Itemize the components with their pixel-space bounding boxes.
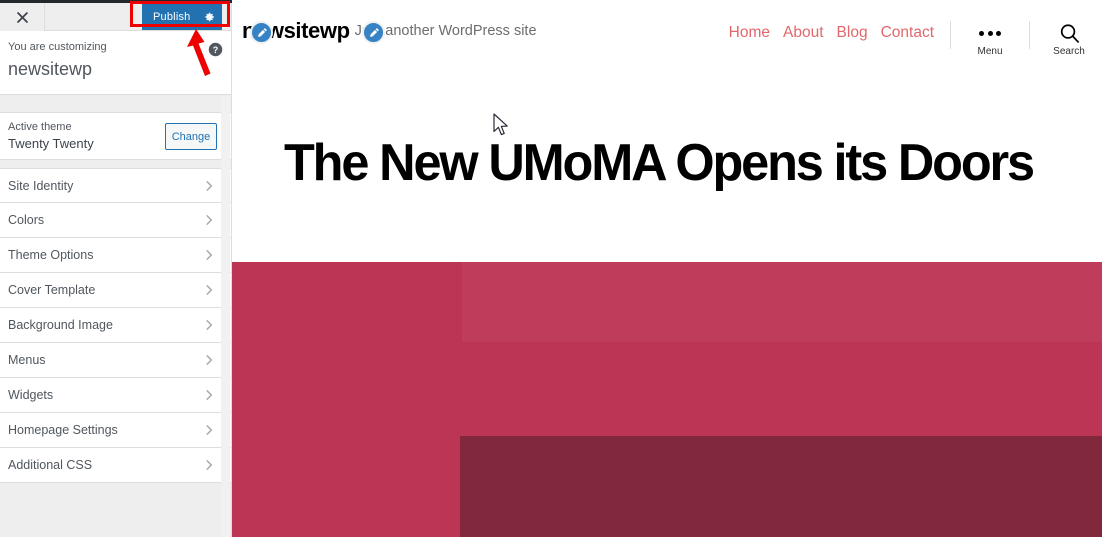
- chevron-right-icon: [206, 180, 213, 191]
- sidebar-scrollbar[interactable]: [221, 96, 230, 537]
- section-label: Additional CSS: [8, 458, 93, 472]
- sidebar-gap-2: [0, 160, 231, 168]
- chevron-right-icon: [206, 355, 213, 365]
- nav-divider-2: [1029, 21, 1030, 49]
- sidebar-item-site-identity[interactable]: Site Identity: [0, 168, 231, 203]
- site-navigation: Home About Blog Contact Menu Search: [729, 21, 1092, 57]
- menu-toggle-button[interactable]: Menu: [967, 21, 1013, 57]
- three-dots-icon: [979, 21, 1001, 45]
- chevron-right-icon: [206, 285, 213, 295]
- section-label: Widgets: [8, 388, 54, 402]
- close-x-icon: [16, 11, 28, 23]
- nav-link-home[interactable]: Home: [729, 24, 770, 42]
- page-title: The New UMoMA Opens its Doors: [284, 134, 1035, 192]
- publish-button-label: Publish: [153, 11, 191, 23]
- menu-toggle-label: Menu: [977, 46, 1003, 57]
- search-toggle-button[interactable]: Search: [1046, 21, 1092, 57]
- site-header: newsitewp Just another WordPress site Ho…: [232, 3, 1102, 71]
- hero-section: The New UMoMA Opens its Doors: [232, 71, 1102, 262]
- nav-link-about[interactable]: About: [783, 24, 824, 42]
- cover-inner-panel: [460, 436, 1102, 537]
- site-branding: newsitewp Just another WordPress site: [242, 19, 537, 44]
- chevron-right-icon: [206, 320, 213, 330]
- publish-area: Publish: [129, 3, 231, 31]
- sidebar-item-cover-template[interactable]: Cover Template: [0, 273, 231, 308]
- section-label: Background Image: [8, 318, 113, 332]
- customizer-sidebar: Publish You are customizing newsitewp ? …: [0, 3, 232, 537]
- svg-text:?: ?: [213, 45, 219, 55]
- gear-icon[interactable]: [203, 11, 215, 23]
- sidebar-item-widgets[interactable]: Widgets: [0, 378, 231, 413]
- customizing-info-panel: You are customizing newsitewp ?: [0, 31, 231, 95]
- cover-overlay-sheen: [462, 262, 1102, 342]
- sidebar-empty-space: [0, 483, 231, 537]
- sidebar-item-homepage-settings[interactable]: Homepage Settings: [0, 413, 231, 448]
- cover-image-area: [232, 262, 1102, 537]
- section-label: Cover Template: [8, 283, 96, 297]
- edit-site-description-shortcut[interactable]: [362, 21, 385, 44]
- sidebar-item-additional-css[interactable]: Additional CSS: [0, 448, 231, 483]
- nav-link-contact[interactable]: Contact: [881, 24, 934, 42]
- section-label: Homepage Settings: [8, 423, 118, 437]
- section-label: Colors: [8, 213, 45, 227]
- chevron-right-icon: [206, 460, 213, 470]
- publish-button[interactable]: Publish: [142, 4, 222, 30]
- sidebar-item-menus[interactable]: Menus: [0, 343, 231, 378]
- customizer-header: Publish: [0, 3, 231, 31]
- site-preview-frame[interactable]: newsitewp Just another WordPress site Ho…: [232, 3, 1102, 537]
- magnifier-icon: [1058, 21, 1081, 45]
- chevron-right-icon: [206, 390, 213, 400]
- nav-divider: [950, 21, 951, 49]
- pencil-edit-icon: [369, 27, 379, 37]
- edit-site-title-shortcut[interactable]: [250, 21, 273, 44]
- sidebar-gap: [0, 95, 231, 112]
- sidebar-item-theme-options[interactable]: Theme Options: [0, 238, 231, 273]
- section-label: Site Identity: [8, 178, 74, 193]
- nav-link-blog[interactable]: Blog: [837, 24, 868, 42]
- chevron-right-icon: [206, 425, 213, 435]
- pencil-edit-icon: [257, 27, 267, 37]
- sidebar-item-background-image[interactable]: Background Image: [0, 308, 231, 343]
- search-toggle-label: Search: [1053, 46, 1085, 57]
- active-theme-row: Active theme Twenty Twenty Change: [0, 112, 231, 160]
- customizing-label: You are customizing: [8, 41, 107, 53]
- customizing-site-name: newsitewp: [8, 59, 93, 79]
- primary-menu: Home About Blog Contact: [729, 21, 934, 42]
- change-theme-button[interactable]: Change: [165, 123, 217, 150]
- section-label: Theme Options: [8, 248, 94, 262]
- chevron-right-icon: [206, 250, 213, 260]
- close-customizer-button[interactable]: [0, 3, 45, 31]
- section-label: Menus: [8, 353, 46, 367]
- customizer-screen: Publish You are customizing newsitewp ? …: [0, 0, 1102, 537]
- customizer-section-list: Site Identity Colors Theme Options Cover…: [0, 168, 231, 483]
- chevron-right-icon: [206, 215, 213, 225]
- help-question-icon[interactable]: ?: [208, 42, 223, 57]
- sidebar-item-colors[interactable]: Colors: [0, 203, 231, 238]
